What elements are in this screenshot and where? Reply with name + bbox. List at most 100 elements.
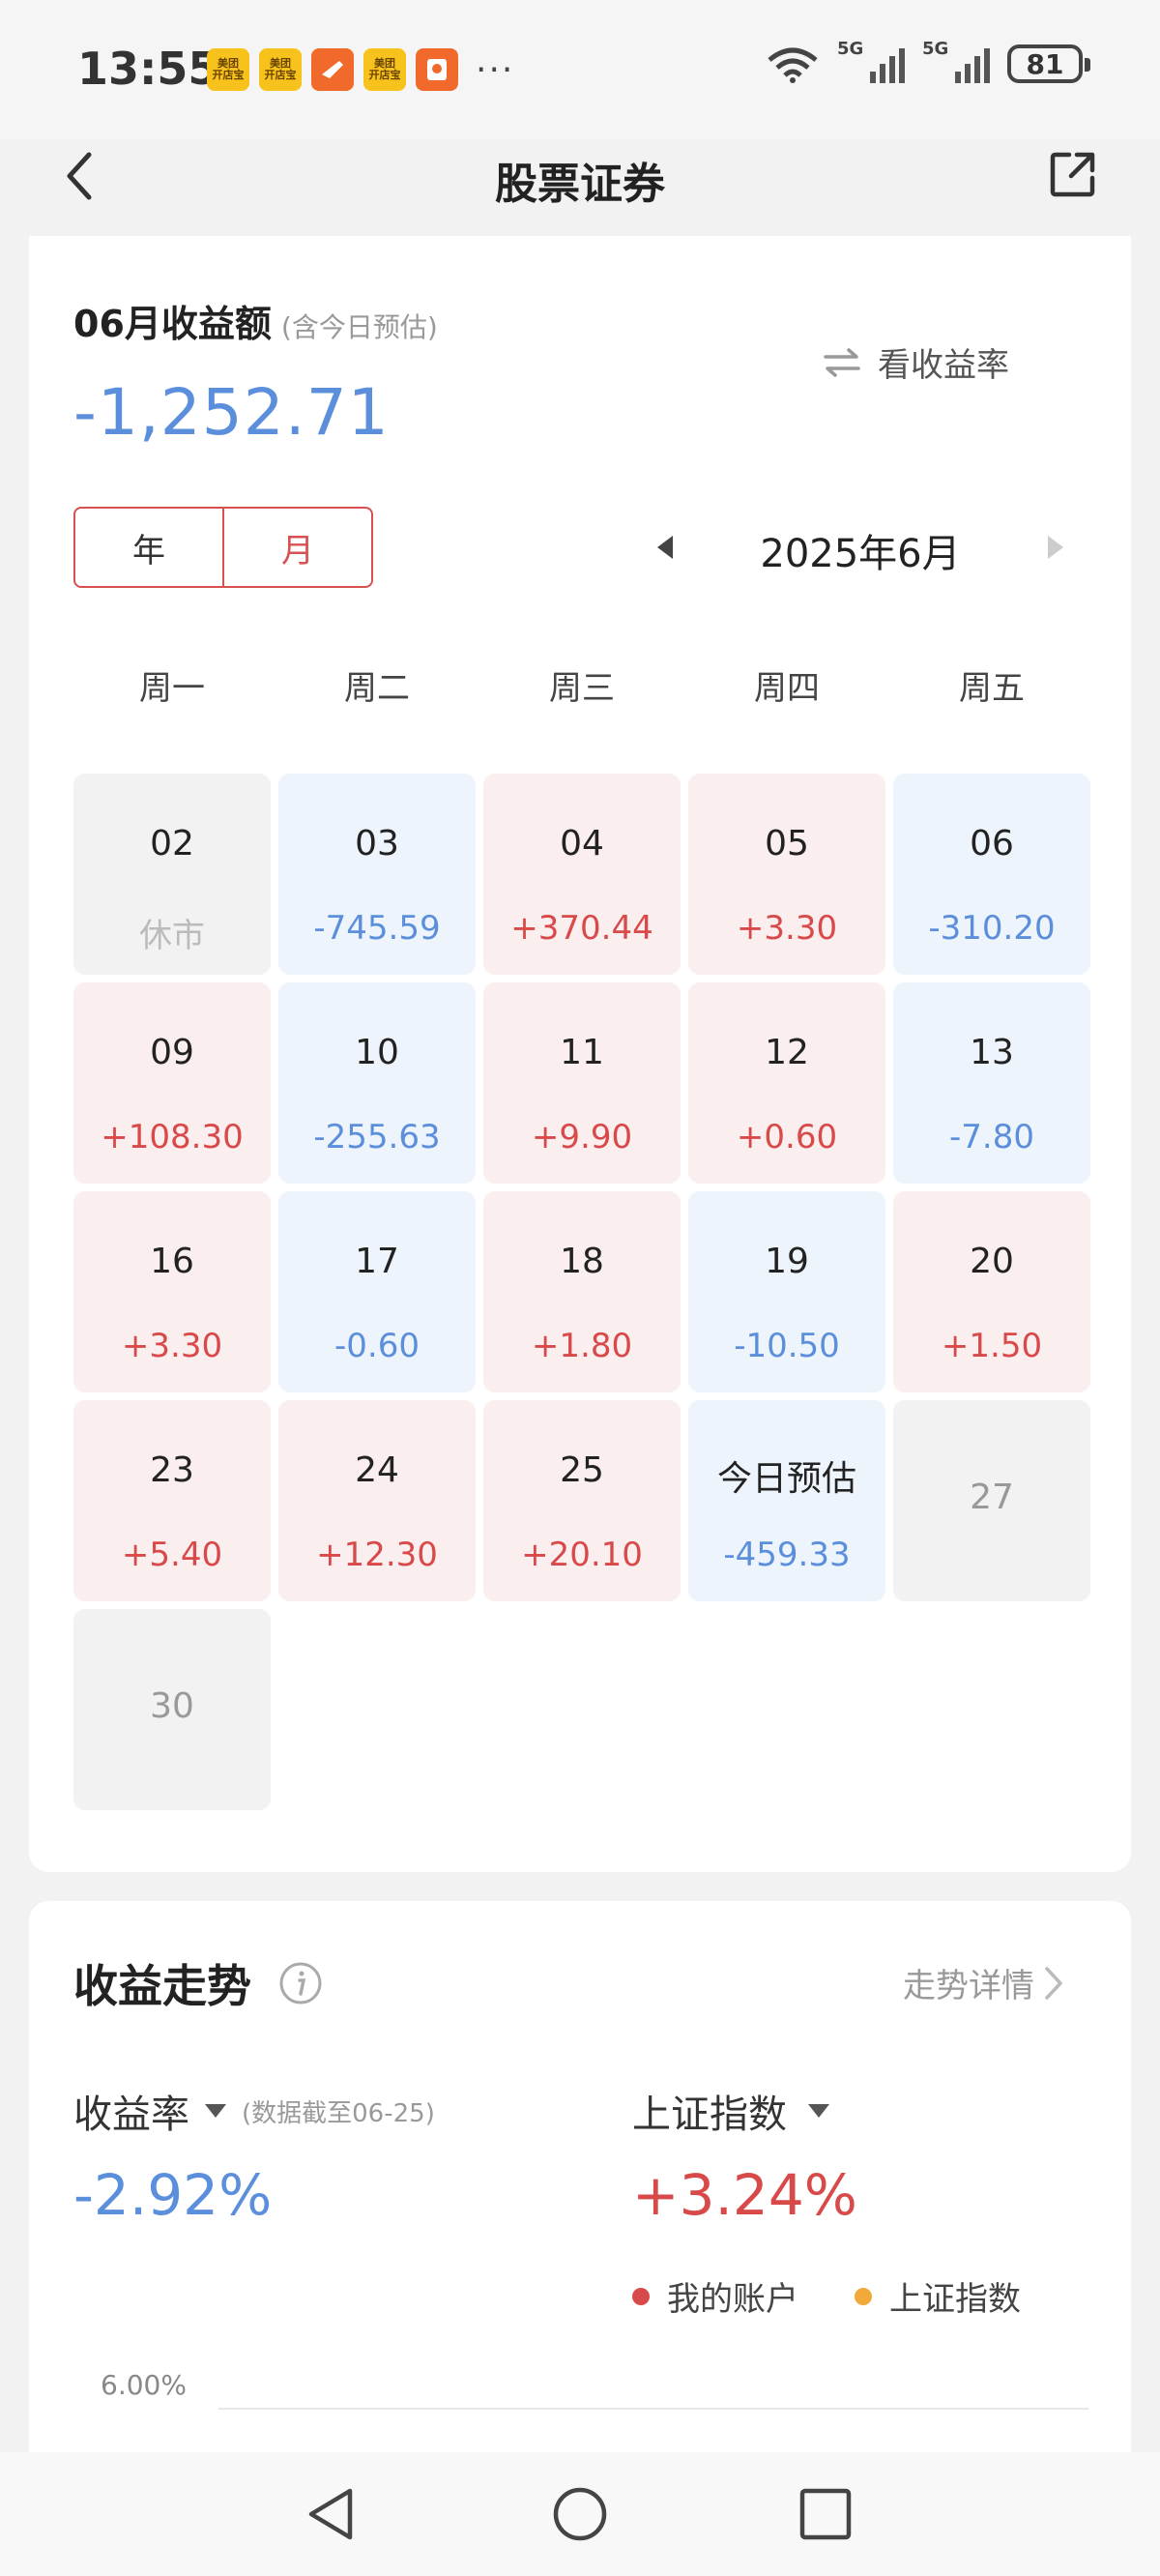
calendar-day-label: 18: [560, 1242, 604, 1281]
weekday-label: 周二: [344, 669, 410, 708]
red-envelope-icon: [416, 48, 458, 91]
calendar-day-cell[interactable]: 12 +0.60: [688, 982, 885, 1184]
monthly-total-value: -1,252.71: [73, 375, 390, 450]
calendar-day-cell[interactable]: 09 +108.30: [73, 982, 271, 1184]
calendar-day-label: 17: [355, 1242, 399, 1281]
meituan-kaidianbao-icon: 美团 开店宝: [259, 48, 302, 91]
calendar-day-value: +12.30: [316, 1536, 438, 1574]
calendar-day-cell[interactable]: 05 +3.30: [688, 774, 885, 975]
calendar-day-value: +0.60: [736, 1118, 838, 1156]
return-rate-value: -2.92%: [73, 2162, 273, 2228]
calendar-day-label: 20: [970, 1242, 1014, 1281]
index-selector[interactable]: 上证指数: [632, 2083, 829, 2139]
share-button[interactable]: [1048, 149, 1098, 199]
calendar-day-cell[interactable]: 24 +12.30: [278, 1400, 476, 1601]
calendar-day-value: -459.33: [723, 1536, 851, 1574]
calendar-day-label: 11: [560, 1033, 604, 1072]
wifi-icon: [768, 47, 818, 83]
status-bar: 13:55 美团 开店宝 美团 开店宝 美团 开店宝 ··· 5G 5G 81: [0, 0, 1160, 139]
swap-icon: [824, 347, 860, 377]
segment-year[interactable]: 年: [75, 509, 224, 586]
calendar-day-cell[interactable]: 10 -255.63: [278, 982, 476, 1184]
data-cutoff-note: (数据截至06-25): [242, 2098, 435, 2128]
legend-label: 上证指数: [889, 2280, 1021, 2319]
notification-icons: 美团 开店宝 美团 开店宝 美团 开店宝 ···: [207, 48, 514, 91]
calendar-day-cell[interactable]: 04 +370.44: [483, 774, 681, 975]
calendar-day-cell[interactable]: 27: [893, 1400, 1090, 1601]
more-notifications-icon: ···: [476, 49, 515, 90]
trend-detail-link[interactable]: 走势详情: [903, 1959, 1065, 2006]
system-indicators: 5G 5G 81: [766, 39, 1090, 83]
calendar-day-cell[interactable]: 今日预估 -459.33: [688, 1400, 885, 1601]
dropdown-icon: [808, 2104, 829, 2118]
calendar-day-value: 休市: [139, 917, 205, 955]
legend-dot: [632, 2287, 650, 2305]
calendar-day-cell[interactable]: 13 -7.80: [893, 982, 1090, 1184]
weekday-label: 周三: [549, 669, 615, 708]
calendar-day-value: -0.60: [334, 1327, 420, 1365]
chart-gridline: [218, 2408, 1088, 2410]
signal-label: 5G: [837, 39, 864, 59]
index-value: +3.24%: [632, 2162, 857, 2228]
calendar-day-label: 23: [150, 1450, 194, 1490]
trend-detail-label: 走势详情: [903, 1967, 1034, 2005]
weekday-label: 周一: [139, 669, 205, 708]
calendar-day-value: -310.20: [928, 909, 1056, 948]
nav-home-icon[interactable]: [545, 2479, 615, 2549]
income-note: (含今日预估): [280, 311, 438, 343]
info-icon[interactable]: [278, 1961, 323, 2005]
calendar-day-label: 30: [150, 1686, 194, 1726]
nav-recents-icon[interactable]: [791, 2479, 860, 2549]
calendar-day-label: 05: [765, 824, 809, 864]
calendar-day-cell[interactable]: 06 -310.20: [893, 774, 1090, 975]
calendar-day-value: +1.50: [941, 1327, 1043, 1365]
calendar-day-label: 13: [970, 1033, 1014, 1072]
weekday-label: 周五: [959, 669, 1025, 708]
legend-sse-index: 上证指数: [855, 2272, 1021, 2320]
cell-signal-1-icon: 5G: [837, 39, 905, 83]
income-title: 06月收益额 (含今日预估): [73, 294, 438, 347]
calendar-day-value: -745.59: [313, 909, 441, 948]
calendar-day-cell[interactable]: 16 +3.30: [73, 1191, 271, 1392]
calendar-day-value: +108.30: [101, 1118, 244, 1156]
y-axis-tick: 6.00%: [101, 2369, 187, 2401]
calendar-day-label: 06: [970, 824, 1014, 864]
calendar-day-value: +3.30: [736, 909, 838, 948]
calendar-day-cell[interactable]: 20 +1.50: [893, 1191, 1090, 1392]
index-label: 上证指数: [632, 2093, 787, 2137]
next-month-icon[interactable]: [1048, 536, 1063, 559]
legend-label: 我的账户: [667, 2280, 798, 2319]
calendar-day-value: +3.30: [121, 1327, 223, 1365]
calendar-day-cell[interactable]: 25 +20.10: [483, 1400, 681, 1601]
income-trend-card: 收益走势 走势详情 收益率 (数据截至06-25) -2.92% 上证指数 +3…: [29, 1901, 1131, 2520]
calendar-day-label: 今日预估: [716, 1459, 856, 1499]
month-navigator: 2025年6月: [628, 509, 1092, 590]
switch-to-rate-button[interactable]: 看收益率: [822, 338, 1009, 386]
calendar-day-label: 02: [150, 824, 194, 864]
trend-title: 收益走势: [73, 1960, 251, 2012]
calendar-day-cell[interactable]: 23 +5.40: [73, 1400, 271, 1601]
legend-my-account: 我的账户: [632, 2272, 798, 2320]
calendar-day-label: 12: [765, 1033, 809, 1072]
return-rate-selector[interactable]: 收益率 (数据截至06-25): [73, 2083, 435, 2139]
calendar-day-cell[interactable]: 02 休市: [73, 774, 271, 975]
meituan-kaidianbao-icon: 美团 开店宝: [207, 48, 249, 91]
weekday-header: 周一 周二 周三 周四 周五: [73, 661, 1094, 709]
calendar-day-cell[interactable]: 17 -0.60: [278, 1191, 476, 1392]
calendar-day-cell[interactable]: 30: [73, 1609, 271, 1810]
calendar-day-value: -10.50: [734, 1327, 840, 1365]
calendar-day-value: +20.10: [521, 1536, 643, 1574]
dropdown-icon: [205, 2104, 226, 2118]
calendar-day-cell[interactable]: 19 -10.50: [688, 1191, 885, 1392]
signal-label: 5G: [922, 39, 949, 59]
calendar-day-cell[interactable]: 03 -745.59: [278, 774, 476, 975]
nav-back-icon[interactable]: [298, 2479, 367, 2549]
calendar-day-value: -255.63: [313, 1118, 441, 1156]
calendar-day-cell[interactable]: 18 +1.80: [483, 1191, 681, 1392]
segment-month[interactable]: 月: [224, 509, 371, 586]
switch-to-rate-label: 看收益率: [878, 346, 1009, 385]
calendar-day-cell[interactable]: 11 +9.90: [483, 982, 681, 1184]
income-title-text: 06月收益额: [73, 303, 272, 345]
calendar-day-label: 03: [355, 824, 399, 864]
feishu-icon: [311, 48, 354, 91]
